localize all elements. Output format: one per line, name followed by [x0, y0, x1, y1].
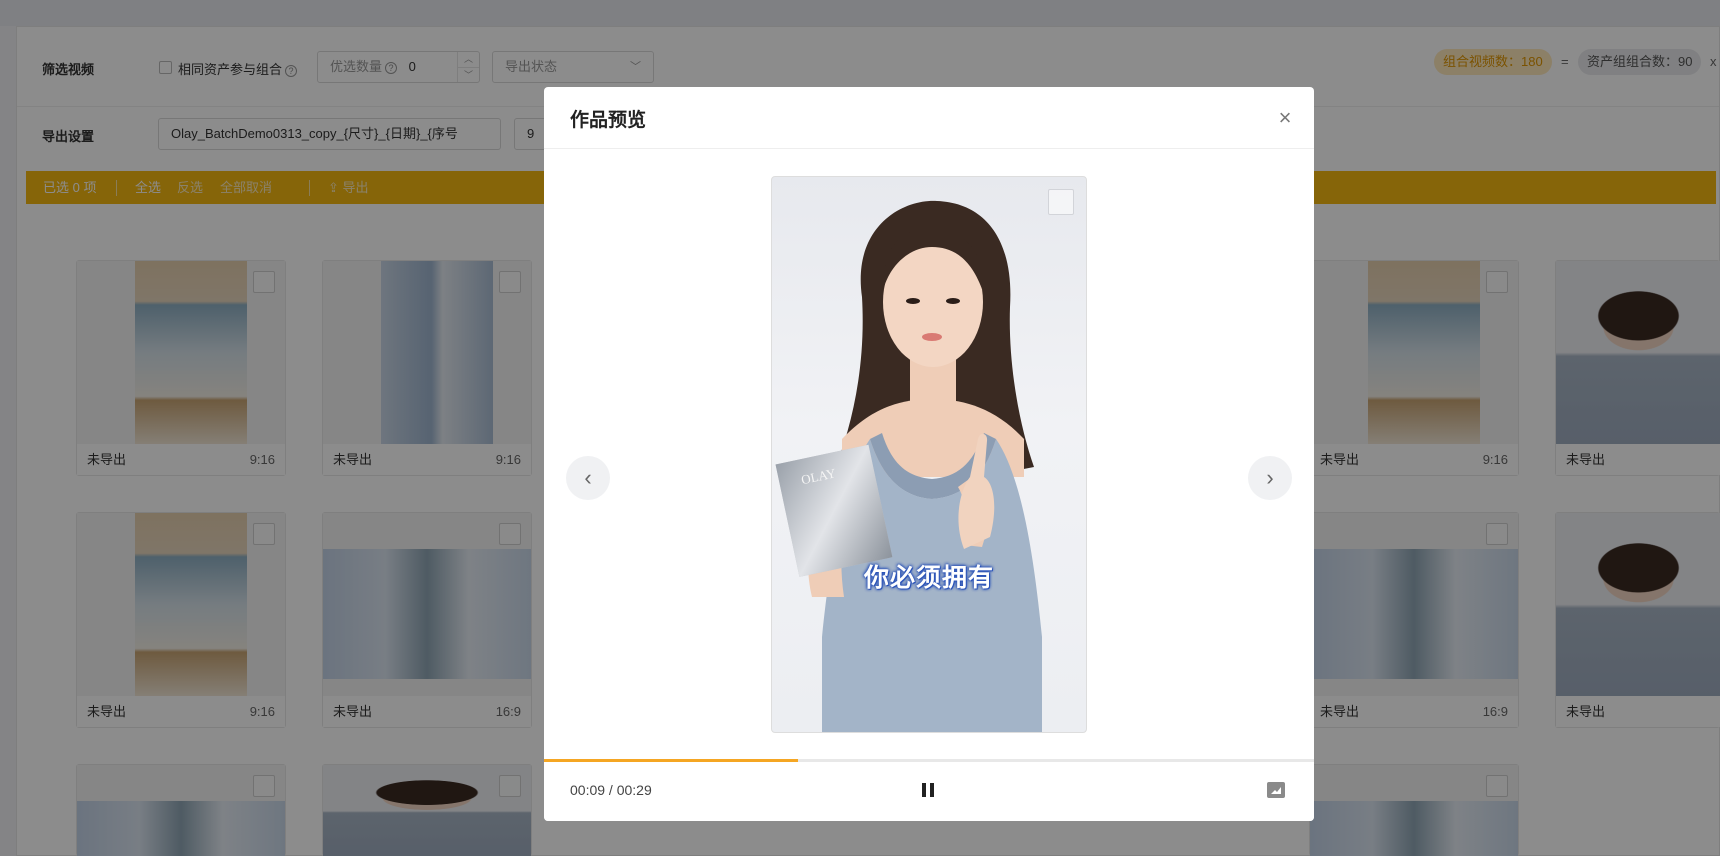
chevron-right-icon[interactable]: › — [1248, 456, 1292, 500]
video-subtitle: 你必须拥有 — [863, 564, 994, 592]
modal-header: 作品预览 × — [544, 87, 1314, 149]
chevron-left-icon[interactable]: ‹ — [566, 456, 610, 500]
fullscreen-icon[interactable] — [1266, 781, 1286, 799]
modal-title: 作品预览 — [570, 110, 647, 131]
pause-icon[interactable] — [917, 780, 939, 802]
close-icon[interactable]: × — [1272, 105, 1298, 131]
video-frame: OLAY — [775, 200, 1042, 732]
preview-checkbox[interactable] — [1048, 189, 1074, 215]
video-player[interactable]: OLAY 你必须拥有 — [771, 176, 1087, 733]
player-controls: 00:09 / 00:29 — [544, 762, 1314, 821]
playback-time: 00:09 / 00:29 — [570, 782, 652, 798]
preview-modal: 作品预览 × ‹ › OLAY 你必须拥有 00:09 / 00:29 — [544, 87, 1314, 821]
